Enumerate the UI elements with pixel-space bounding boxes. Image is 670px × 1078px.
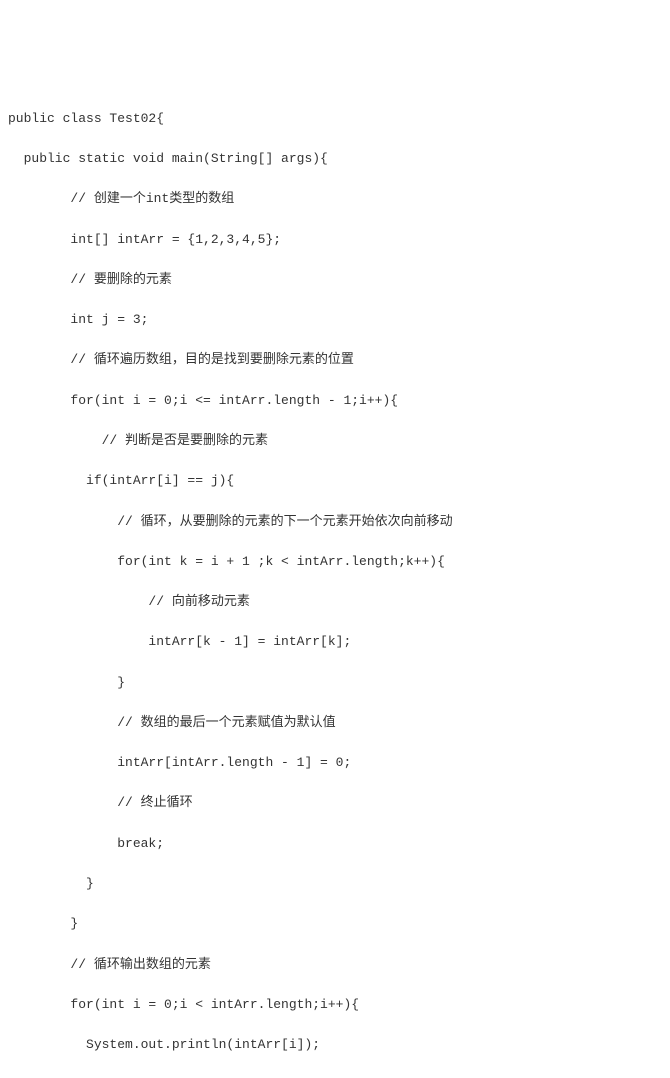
code-line: public class Test02{ <box>8 109 662 129</box>
code-line: for(int k = i + 1 ;k < intArr.length;k++… <box>8 552 662 572</box>
code-line: System.out.println(intArr[i]); <box>8 1035 662 1055</box>
code-line: int[] intArr = {1,2,3,4,5}; <box>8 230 662 250</box>
code-line: } <box>8 673 662 693</box>
code-line: public static void main(String[] args){ <box>8 149 662 169</box>
code-block: public class Test02{ public static void … <box>8 89 662 1078</box>
code-line: for(int i = 0;i < intArr.length;i++){ <box>8 995 662 1015</box>
code-line: intArr[intArr.length - 1] = 0; <box>8 753 662 773</box>
code-line: int j = 3; <box>8 310 662 330</box>
code-line: } <box>8 874 662 894</box>
code-line: // 循环输出数组的元素 <box>8 955 662 975</box>
code-line: intArr[k - 1] = intArr[k]; <box>8 632 662 652</box>
code-line: // 循环遍历数组，目的是找到要删除元素的位置 <box>8 350 662 370</box>
code-line: if(intArr[i] == j){ <box>8 471 662 491</box>
code-line: // 数组的最后一个元素赋值为默认值 <box>8 713 662 733</box>
code-line: // 判断是否是要删除的元素 <box>8 431 662 451</box>
code-line: // 创建一个int类型的数组 <box>8 189 662 209</box>
code-line: break; <box>8 834 662 854</box>
code-line: // 终止循环 <box>8 793 662 813</box>
code-line: // 向前移动元素 <box>8 592 662 612</box>
code-line: // 要删除的元素 <box>8 270 662 290</box>
code-line: } <box>8 1075 662 1078</box>
code-line: } <box>8 914 662 934</box>
code-line: // 循环，从要删除的元素的下一个元素开始依次向前移动 <box>8 512 662 532</box>
code-line: for(int i = 0;i <= intArr.length - 1;i++… <box>8 391 662 411</box>
